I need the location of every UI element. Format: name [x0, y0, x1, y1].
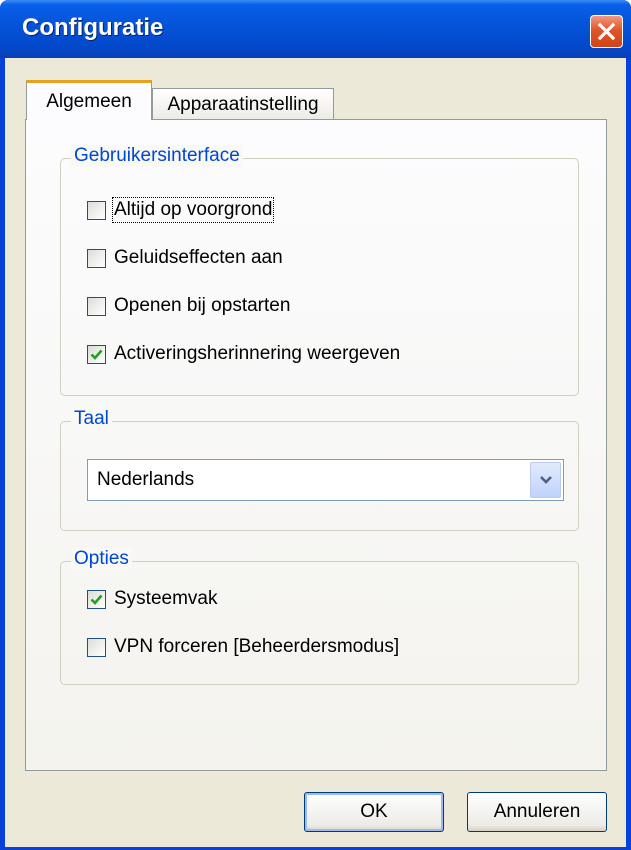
- ok-button[interactable]: OK: [304, 792, 444, 832]
- check-mark-icon: [90, 594, 103, 605]
- checkbox-box[interactable]: [87, 344, 106, 364]
- group-legend: Taal: [71, 408, 112, 430]
- tab-algemeen[interactable]: Algemeen: [26, 80, 152, 120]
- chevron-down-icon: [539, 476, 552, 484]
- dropdown-button[interactable]: [530, 462, 561, 498]
- tab-panel-algemeen: Gebruikersinterface Altijd op voorgrond …: [25, 119, 607, 771]
- checkbox-systeemvak[interactable]: Systeemvak: [87, 586, 217, 612]
- checkbox-vpn-forceren[interactable]: VPN forceren [Beheerdersmodus]: [87, 634, 399, 660]
- checkbox-geluidseffecten-aan[interactable]: Geluidseffecten aan: [87, 245, 283, 271]
- group-gebruikersinterface: Gebruikersinterface Altijd op voorgrond …: [60, 145, 579, 396]
- group-legend: Opties: [71, 548, 132, 570]
- checkbox-label: Openen bij opstarten: [114, 295, 291, 316]
- window-title: Configuratie: [22, 14, 164, 41]
- language-select-value: Nederlands: [97, 469, 195, 490]
- tab-apparaatinstelling[interactable]: Apparaatinstelling: [152, 88, 334, 120]
- checkbox-label: VPN forceren [Beheerdersmodus]: [114, 636, 400, 657]
- close-icon: [597, 22, 616, 41]
- checkbox-box[interactable]: [87, 248, 106, 268]
- checkbox-label: Activeringsherinnering weergeven: [114, 343, 401, 364]
- checkbox-box[interactable]: [87, 589, 106, 609]
- checkbox-label: Altijd op voorgrond: [111, 197, 275, 223]
- checkbox-label: Systeemvak: [114, 588, 218, 609]
- checkbox-label: Geluidseffecten aan: [114, 247, 283, 268]
- group-opties: Opties Systeemvak VPN forceren [Beheerde…: [60, 548, 579, 685]
- check-mark-icon: [90, 349, 103, 360]
- tab-label: Apparaatinstelling: [167, 93, 319, 115]
- language-select[interactable]: Nederlands: [87, 459, 564, 501]
- checkbox-activeringsherinnering[interactable]: Activeringsherinnering weergeven: [87, 341, 400, 367]
- group-legend: Gebruikersinterface: [71, 145, 243, 167]
- dialog-window: Configuratie Algemeen Apparaatinstelling…: [0, 0, 631, 850]
- checkbox-altijd-op-voorgrond[interactable]: Altijd op voorgrond: [87, 197, 275, 223]
- tab-label: Algemeen: [46, 90, 132, 112]
- checkbox-box[interactable]: [87, 637, 106, 657]
- group-taal: Taal Nederlands: [60, 408, 579, 531]
- dialog-client-area: Algemeen Apparaatinstelling Gebruikersin…: [5, 58, 626, 847]
- close-button[interactable]: [590, 15, 623, 48]
- checkbox-box[interactable]: [87, 200, 106, 220]
- title-bar[interactable]: Configuratie: [0, 0, 631, 58]
- checkbox-openen-bij-opstarten[interactable]: Openen bij opstarten: [87, 293, 290, 319]
- checkbox-box[interactable]: [87, 296, 106, 316]
- cancel-button[interactable]: Annuleren: [467, 792, 607, 832]
